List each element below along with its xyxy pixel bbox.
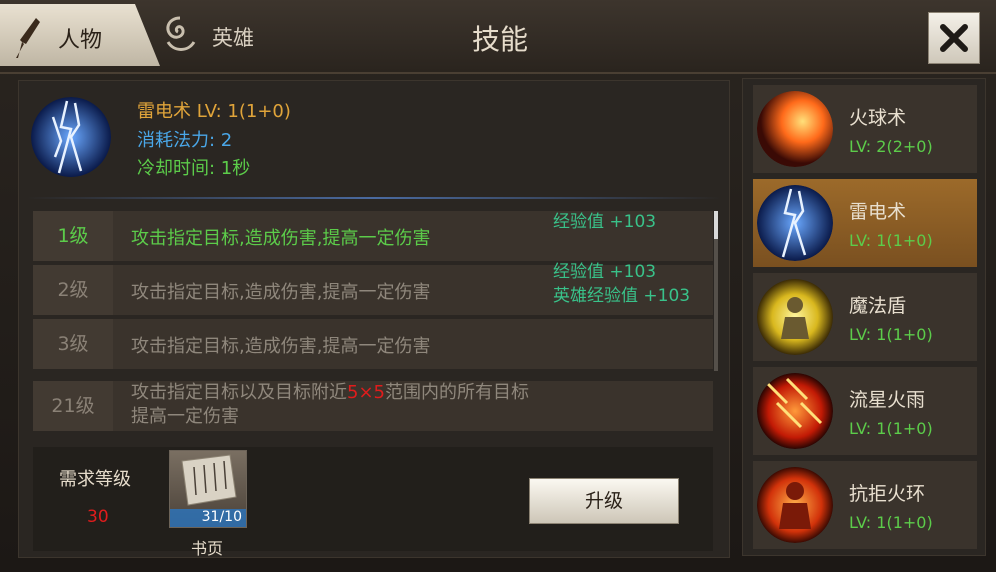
level-row: 21级 攻击指定目标以及目标附近5×5范围内的所有目标 提高一定伤害 [33, 381, 713, 431]
level-description: 攻击指定目标,造成伤害,提高一定伤害 [131, 282, 431, 303]
level-description: 攻击指定目标,造成伤害,提高一定伤害 [131, 228, 431, 249]
header-bar: 人物 英雄 技能 [0, 0, 996, 74]
tab-character[interactable]: 人物 [0, 4, 160, 66]
lightning-icon [757, 185, 833, 261]
close-button[interactable] [928, 12, 980, 64]
requirement-label: 需求等级 [59, 469, 131, 490]
book-count: 31/10 [170, 509, 246, 527]
requirement-value: 30 [87, 507, 109, 527]
level-description: 攻击指定目标以及目标附近5×5范围内的所有目标 提高一定伤害 [131, 382, 529, 427]
mana-cost: 消耗法力: 2 [137, 130, 233, 151]
upgrade-button[interactable]: 升级 [529, 478, 679, 524]
tab-character-label: 人物 [58, 28, 103, 53]
hero-emblem-icon [166, 16, 196, 51]
level-description: 攻击指定目标,造成伤害,提高一定伤害 [131, 336, 431, 357]
skill-name: 抗拒火环 [849, 483, 926, 505]
exp-gain: 经验值 +103 [553, 212, 657, 232]
skill-name-level: 雷电术 LV: 1(1+0) [137, 101, 291, 122]
skill-item-repel-fire-ring[interactable]: 抗拒火环 LV: 1(1+0) [753, 461, 977, 549]
level-number: 3级 [33, 319, 113, 369]
skill-item-fireball[interactable]: 火球术 LV: 2(2+0) [753, 85, 977, 173]
level-number: 1级 [33, 211, 113, 261]
scroll-page-icon [181, 454, 237, 506]
lightning-icon [31, 97, 111, 177]
skill-level: LV: 2(2+0) [849, 137, 933, 156]
upgrade-section: 需求等级 30 31/10 书页 升级 [33, 447, 713, 558]
meteor-shower-icon [757, 373, 833, 449]
book-page-item[interactable]: 31/10 [169, 450, 247, 528]
skill-item-meteor-shower[interactable]: 流星火雨 LV: 1(1+0) [753, 367, 977, 455]
hero-exp-gain: 英雄经验值 +103 [553, 286, 691, 306]
skill-item-lightning[interactable]: 雷电术 LV: 1(1+0) [753, 179, 977, 267]
skill-detail-panel: 雷电术 LV: 1(1+0) 消耗法力: 2 冷却时间: 1秒 1级 攻击指定目… [18, 80, 730, 558]
fireball-icon [757, 91, 833, 167]
divider [27, 197, 721, 199]
level-number: 21级 [33, 381, 113, 431]
skill-item-magic-shield[interactable]: 魔法盾 LV: 1(1+0) [753, 273, 977, 361]
skill-name: 雷电术 [849, 201, 907, 223]
skill-name: 流星火雨 [849, 389, 926, 411]
skill-name: 火球术 [849, 107, 907, 129]
repel-fire-ring-icon [757, 467, 833, 543]
skill-name: 魔法盾 [849, 295, 907, 317]
skill-level: LV: 1(1+0) [849, 231, 933, 250]
close-icon [940, 24, 968, 52]
exp-gain: 经验值 +103 [553, 262, 657, 282]
skill-level: LV: 1(1+0) [849, 513, 933, 532]
magic-shield-icon [757, 279, 833, 355]
book-label: 书页 [191, 539, 224, 558]
skill-level: LV: 1(1+0) [849, 419, 933, 438]
range-highlight: 5×5 [347, 382, 385, 403]
sword-icon [16, 18, 40, 58]
skill-list: 火球术 LV: 2(2+0) 雷电术 LV: 1(1+0) 魔法盾 LV: 1(… [742, 78, 986, 556]
window-title: 技能 [471, 23, 528, 56]
level-number: 2级 [33, 265, 113, 315]
scrollbar-thumb[interactable] [714, 211, 718, 239]
tab-hero-label: 英雄 [212, 26, 254, 50]
skill-window: 人物 英雄 技能 雷电术 LV: 1(1+0) 消耗法力: 2 冷却时间: 1秒… [0, 0, 996, 572]
skill-level: LV: 1(1+0) [849, 325, 933, 344]
scrollbar[interactable] [714, 211, 718, 371]
level-row: 3级 攻击指定目标,造成伤害,提高一定伤害 [33, 319, 713, 369]
cooldown: 冷却时间: 1秒 [137, 158, 251, 179]
tab-hero[interactable]: 英雄 [160, 10, 280, 60]
